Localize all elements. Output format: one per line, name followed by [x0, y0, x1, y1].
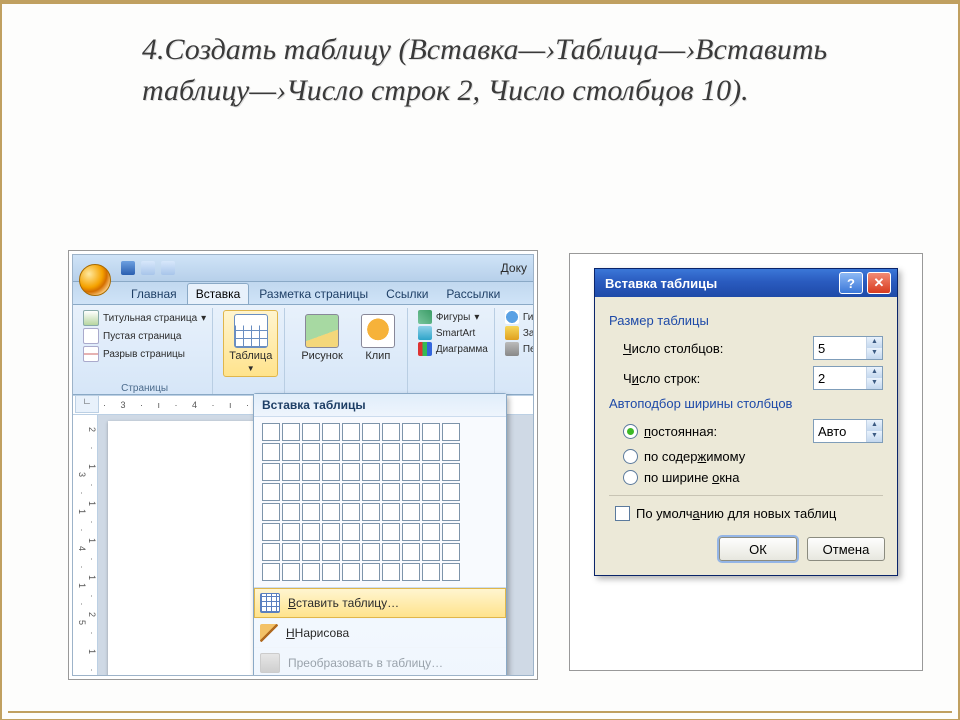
spin-down-icon[interactable]: ▼ — [867, 378, 882, 389]
group-pages: Титульная страница ▾ Пустая страница Раз… — [77, 308, 213, 394]
rows-label: Число строк: — [623, 371, 813, 386]
clip-button[interactable]: Клип — [355, 310, 401, 366]
window-title: Доку — [501, 261, 527, 275]
spin-up-icon[interactable]: ▲ — [867, 420, 882, 431]
ruler-corner-icon: ∟ — [75, 395, 99, 413]
rows-input[interactable] — [814, 367, 866, 389]
smartart-button[interactable]: SmartArt — [418, 326, 488, 340]
chart-button[interactable]: Диаграмма — [418, 342, 488, 356]
save-icon[interactable] — [121, 261, 135, 275]
chevron-down-icon: ▼ — [247, 364, 255, 373]
menu-insert-table-label: ставить таблицу… — [296, 596, 399, 610]
help-button[interactable]: ? — [839, 272, 863, 294]
insert-table-dialog: Вставка таблицы ? ✕ Размер таблицы Число… — [594, 268, 898, 576]
radio-icon — [623, 449, 638, 464]
quick-access-toolbar: Доку — [73, 255, 533, 282]
cancel-button[interactable]: Отмена — [807, 537, 885, 561]
spin-down-icon[interactable]: ▼ — [867, 348, 882, 359]
tab-mail[interactable]: Рассылки — [438, 284, 508, 304]
group-illustrations: Рисунок Клип — [289, 308, 408, 394]
dialog-screenshot: Вставка таблицы ? ✕ Размер таблицы Число… — [570, 254, 922, 670]
table-size-grid[interactable] — [254, 417, 506, 587]
table-dropdown: Вставка таблицы Вставить таблицу… ННарис… — [253, 393, 507, 676]
group-links: Гипе Закла Пере — [499, 308, 534, 394]
autofit-group-label: Автоподбор ширины столбцов — [609, 396, 883, 411]
convert-icon — [260, 653, 280, 673]
group-tables: Таблица ▼ — [217, 308, 285, 394]
menu-convert-to-table: Преобразовать в таблицу… — [254, 647, 506, 676]
remember-checkbox[interactable]: По умолчанию для новых таблиц — [615, 506, 883, 521]
bookmark-button[interactable]: Закла — [505, 326, 534, 340]
table-icon — [234, 314, 268, 348]
office-orb-icon[interactable] — [79, 264, 111, 296]
pencil-icon — [260, 624, 278, 642]
checkbox-icon — [615, 506, 630, 521]
group-caption: Страницы — [77, 383, 212, 394]
clip-icon — [361, 314, 395, 348]
ribbon-tabs: Главная Вставка Разметка страницы Ссылки… — [73, 282, 533, 305]
rows-spinner[interactable]: ▲▼ — [813, 366, 883, 390]
table-button[interactable]: Таблица ▼ — [223, 310, 278, 377]
fixed-width-input[interactable] — [814, 420, 866, 442]
slide: 4.Создать таблицу (Вставка—›Таблица—›Вст… — [0, 0, 960, 720]
dialog-title: Вставка таблицы — [605, 276, 717, 291]
word-screenshot: Доку Главная Вставка Разметка страницы С… — [72, 254, 534, 676]
close-icon: ✕ — [874, 275, 885, 291]
ribbon-body: Титульная страница ▾ Пустая страница Раз… — [73, 305, 533, 395]
radio-icon — [623, 470, 638, 485]
picture-icon — [305, 314, 339, 348]
radio-icon — [623, 424, 638, 439]
hyperlink-button[interactable]: Гипе — [505, 310, 534, 324]
help-icon: ? — [847, 276, 855, 291]
close-button[interactable]: ✕ — [867, 272, 891, 294]
tab-refs[interactable]: Ссылки — [378, 284, 436, 304]
menu-draw-table[interactable]: ННарисова — [254, 618, 506, 647]
redo-icon[interactable] — [161, 261, 175, 275]
undo-icon[interactable] — [141, 261, 155, 275]
fixed-width-spinner[interactable]: ▲▼ — [813, 419, 883, 443]
radio-by-window[interactable]: по ширине окна — [623, 470, 883, 485]
page-break-button[interactable]: Разрыв страницы — [83, 346, 206, 362]
radio-fixed[interactable]: постоянная: ▲▼ — [623, 419, 883, 443]
tab-home[interactable]: Главная — [123, 284, 185, 304]
picture-button[interactable]: Рисунок — [295, 310, 349, 366]
spin-down-icon[interactable]: ▼ — [867, 431, 882, 442]
group-shapes: Фигуры ▾ SmartArt Диаграмма — [412, 308, 495, 394]
vertical-ruler: 2 · 1 · 1 · 1 · 1 · 2 · 1 · 3 · 1 · 4 · … — [73, 415, 98, 676]
tab-insert[interactable]: Вставка — [187, 283, 250, 304]
cover-page-button[interactable]: Титульная страница ▾ — [83, 310, 206, 326]
spin-up-icon[interactable]: ▲ — [867, 337, 882, 348]
insert-table-icon — [260, 593, 280, 613]
tab-layout[interactable]: Разметка страницы — [251, 284, 376, 304]
crossref-button[interactable]: Пере — [505, 342, 534, 356]
dropdown-header: Вставка таблицы — [254, 394, 506, 417]
shapes-button[interactable]: Фигуры ▾ — [418, 310, 488, 324]
dialog-titlebar[interactable]: Вставка таблицы ? ✕ — [595, 269, 897, 297]
size-group-label: Размер таблицы — [609, 313, 883, 328]
radio-by-content[interactable]: по содержимому — [623, 449, 883, 464]
cols-spinner[interactable]: ▲▼ — [813, 336, 883, 360]
blank-page-button[interactable]: Пустая страница — [83, 328, 206, 344]
cols-input[interactable] — [814, 337, 866, 359]
spin-up-icon[interactable]: ▲ — [867, 367, 882, 378]
ok-button[interactable]: ОК — [719, 537, 797, 561]
instruction-text: 4.Создать таблицу (Вставка—›Таблица—›Вст… — [142, 30, 892, 111]
cols-label: Число столбцов: — [623, 341, 813, 356]
menu-insert-table[interactable]: Вставить таблицу… — [254, 588, 506, 618]
